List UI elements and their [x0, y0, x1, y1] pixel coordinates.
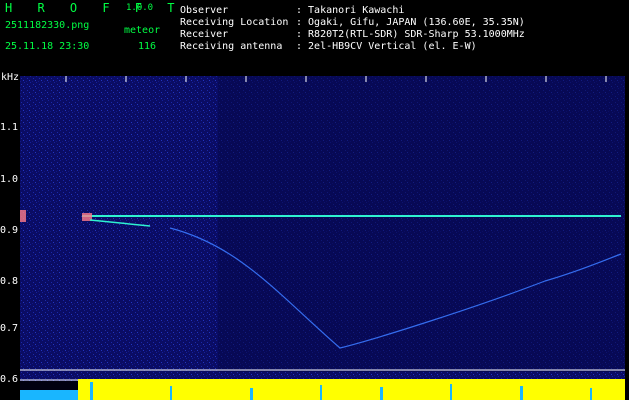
date-time: 25.11.18 23:30 [5, 41, 90, 52]
meteor-count: 116 [138, 41, 157, 52]
waterfall-dark-region [218, 76, 625, 372]
antenna-value: : 2el-HB9CV Vertical (el. E-W) [296, 41, 477, 52]
y-tick-label: 0.9 [0, 225, 19, 236]
y-tick-label: 0.6 [0, 374, 19, 385]
y-tick-label: 1.1 [0, 122, 19, 133]
antenna-label: Receiving antenna [180, 41, 283, 52]
observer-label: Observer [180, 5, 229, 16]
receiver-label: Receiver [180, 29, 229, 40]
app-title: H R O F F T [5, 1, 184, 15]
signal-strip [78, 379, 625, 400]
receiver-value: : R820T2(RTL-SDR) SDR-Sharp 53.1000MHz [296, 29, 525, 40]
header: H R O F F T 1.0.0 2511182330.png 25.11.1… [0, 0, 629, 60]
y-tick-label: 0.7 [0, 323, 19, 334]
y-tick-label: 1.0 [0, 174, 19, 185]
app-version: 1.0.0 [126, 3, 154, 13]
location-label: Receiving Location [180, 17, 289, 28]
y-tick-label: 0.8 [0, 276, 19, 287]
edge-burst [20, 210, 26, 222]
file-name: 2511182330.png [5, 20, 90, 31]
location-value: : Ogaki, Gifu, JAPAN (136.60E, 35.35N) [296, 17, 525, 28]
waterfall-spectrogram [20, 76, 625, 400]
observer-value: : Takanori Kawachi [296, 5, 405, 16]
signal-strip-low [20, 390, 78, 400]
meteor-label: meteor [124, 25, 161, 36]
y-unit-label: kHz [1, 72, 20, 83]
